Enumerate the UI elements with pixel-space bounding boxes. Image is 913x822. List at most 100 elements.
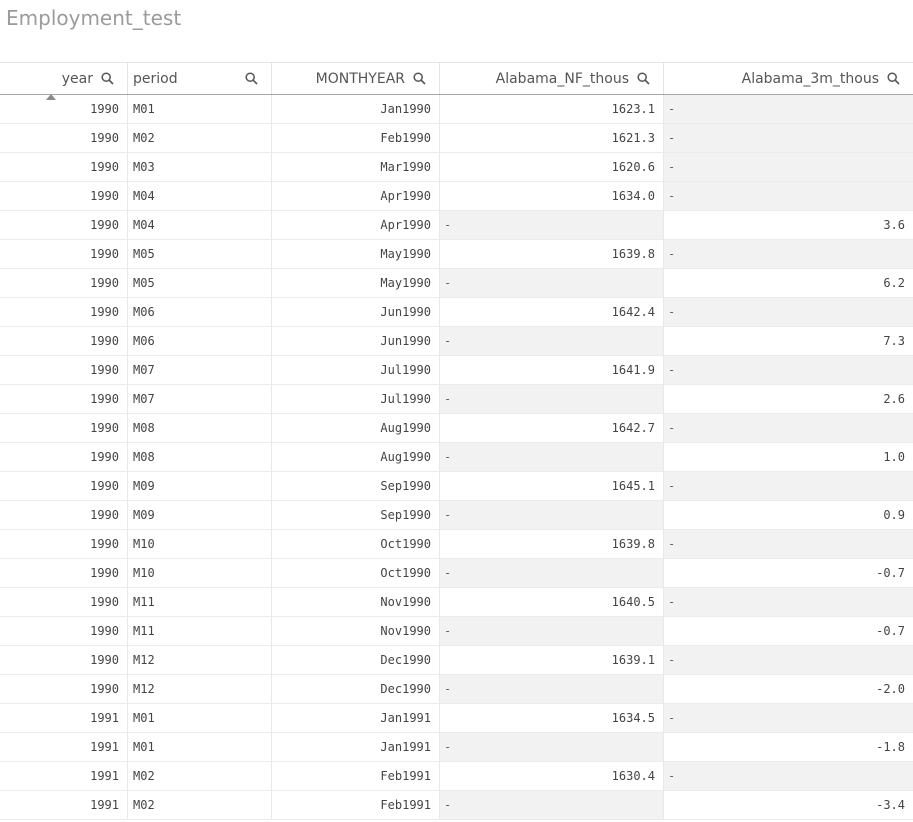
column-header-alabama-3m-thous[interactable]: Alabama_3m_thous bbox=[664, 63, 913, 94]
table-row[interactable]: 1991 M01 Jan1991 1634.5- bbox=[0, 704, 913, 733]
table-cell[interactable]: - bbox=[664, 588, 913, 617]
table-row[interactable]: 1990 M07 Jul1990-2.6 bbox=[0, 385, 913, 414]
table-cell[interactable]: 1991 bbox=[0, 791, 128, 820]
table-cell[interactable]: 1990 bbox=[0, 646, 128, 675]
table-cell[interactable]: Oct1990 bbox=[272, 530, 440, 559]
table-cell[interactable]: 3.6 bbox=[664, 211, 913, 240]
table-cell[interactable]: Jun1990 bbox=[272, 298, 440, 327]
table-cell[interactable]: Feb1990 bbox=[272, 124, 440, 153]
table-cell[interactable]: M05 bbox=[128, 240, 272, 269]
table-cell[interactable]: M05 bbox=[128, 269, 272, 298]
table-cell[interactable]: May1990 bbox=[272, 269, 440, 298]
search-icon[interactable] bbox=[245, 63, 271, 94]
table-cell[interactable]: 1645.1 bbox=[440, 472, 664, 501]
table-cell[interactable]: Nov1990 bbox=[272, 617, 440, 646]
table-cell[interactable]: May1990 bbox=[272, 240, 440, 269]
table-cell[interactable]: 1639.1 bbox=[440, 646, 664, 675]
table-cell[interactable]: 1620.6 bbox=[440, 153, 664, 182]
table-cell[interactable]: 1990 bbox=[0, 617, 128, 646]
table-cell[interactable]: Aug1990 bbox=[272, 414, 440, 443]
search-icon[interactable] bbox=[101, 63, 127, 94]
search-icon[interactable] bbox=[413, 63, 439, 94]
table-cell[interactable]: Aug1990 bbox=[272, 443, 440, 472]
table-cell[interactable]: 1623.1 bbox=[440, 95, 664, 124]
table-cell[interactable]: 1634.5 bbox=[440, 704, 664, 733]
table-cell[interactable]: 1990 bbox=[0, 356, 128, 385]
table-row[interactable]: 1990 M11 Nov1990 1640.5- bbox=[0, 588, 913, 617]
table-cell[interactable]: M08 bbox=[128, 414, 272, 443]
table-cell[interactable]: 1641.9 bbox=[440, 356, 664, 385]
table-cell[interactable]: - bbox=[664, 472, 913, 501]
table-cell[interactable]: - bbox=[440, 385, 664, 414]
table-cell[interactable]: 1621.3 bbox=[440, 124, 664, 153]
table-cell[interactable]: 1634.0 bbox=[440, 182, 664, 211]
table-row[interactable]: 1991 M02 Feb1991- -3.4 bbox=[0, 791, 913, 820]
table-cell[interactable]: M04 bbox=[128, 182, 272, 211]
table-cell[interactable]: Mar1990 bbox=[272, 153, 440, 182]
table-cell[interactable]: 1991 bbox=[0, 733, 128, 762]
table-cell[interactable]: - bbox=[664, 762, 913, 791]
table-cell[interactable]: 1990 bbox=[0, 588, 128, 617]
table-cell[interactable]: 1639.8 bbox=[440, 240, 664, 269]
table-row[interactable]: 1990 M12 Dec1990 1639.1- bbox=[0, 646, 913, 675]
table-cell[interactable]: 1990 bbox=[0, 182, 128, 211]
table-cell[interactable]: 1990 bbox=[0, 443, 128, 472]
table-cell[interactable]: 1990 bbox=[0, 559, 128, 588]
table-cell[interactable]: - bbox=[440, 733, 664, 762]
table-row[interactable]: 1990 M09 Sep1990 1645.1- bbox=[0, 472, 913, 501]
table-cell[interactable]: M12 bbox=[128, 675, 272, 704]
table-cell[interactable]: M01 bbox=[128, 704, 272, 733]
table-row[interactable]: 1990 M07 Jul1990 1641.9- bbox=[0, 356, 913, 385]
table-cell[interactable]: 0.9 bbox=[664, 501, 913, 530]
table-cell[interactable]: M09 bbox=[128, 472, 272, 501]
table-cell[interactable]: M12 bbox=[128, 646, 272, 675]
table-row[interactable]: 1991 M02 Feb1991 1630.4- bbox=[0, 762, 913, 791]
table-row[interactable]: 1990 M06 Jun1990 1642.4- bbox=[0, 298, 913, 327]
table-cell[interactable]: - bbox=[664, 704, 913, 733]
table-cell[interactable]: M06 bbox=[128, 298, 272, 327]
table-cell[interactable]: 1991 bbox=[0, 762, 128, 791]
table-cell[interactable]: 1640.5 bbox=[440, 588, 664, 617]
table-row[interactable]: 1990 M03 Mar1990 1620.6- bbox=[0, 153, 913, 182]
table-cell[interactable]: - bbox=[664, 356, 913, 385]
table-cell[interactable]: - bbox=[440, 269, 664, 298]
table-cell[interactable]: M11 bbox=[128, 588, 272, 617]
table-row[interactable]: 1990 M12 Dec1990- -2.0 bbox=[0, 675, 913, 704]
table-cell[interactable]: - bbox=[664, 95, 913, 124]
table-cell[interactable]: 1990 bbox=[0, 501, 128, 530]
table-cell[interactable]: - bbox=[440, 501, 664, 530]
table-cell[interactable]: M02 bbox=[128, 791, 272, 820]
table-cell[interactable]: 1990 bbox=[0, 385, 128, 414]
table-cell[interactable]: M11 bbox=[128, 617, 272, 646]
table-cell[interactable]: - bbox=[440, 675, 664, 704]
search-icon[interactable] bbox=[887, 63, 913, 94]
table-cell[interactable]: 1991 bbox=[0, 704, 128, 733]
table-cell[interactable]: - bbox=[664, 182, 913, 211]
table-cell[interactable]: -0.7 bbox=[664, 617, 913, 646]
table-cell[interactable]: 1990 bbox=[0, 153, 128, 182]
table-cell[interactable]: 1639.8 bbox=[440, 530, 664, 559]
table-cell[interactable]: - bbox=[664, 153, 913, 182]
table-cell[interactable]: M07 bbox=[128, 356, 272, 385]
table-cell[interactable]: Jun1990 bbox=[272, 327, 440, 356]
table-cell[interactable]: Jul1990 bbox=[272, 356, 440, 385]
table-cell[interactable]: M02 bbox=[128, 762, 272, 791]
table-cell[interactable]: M10 bbox=[128, 559, 272, 588]
table-cell[interactable]: - bbox=[440, 211, 664, 240]
table-row[interactable]: 1991 M01 Jan1991- -1.8 bbox=[0, 733, 913, 762]
table-cell[interactable]: Apr1990 bbox=[272, 211, 440, 240]
table-row[interactable]: 1990 M06 Jun1990-7.3 bbox=[0, 327, 913, 356]
table-cell[interactable]: - bbox=[664, 414, 913, 443]
table-cell[interactable]: Feb1991 bbox=[272, 762, 440, 791]
table-row[interactable]: 1990 M11 Nov1990- -0.7 bbox=[0, 617, 913, 646]
table-cell[interactable]: 6.2 bbox=[664, 269, 913, 298]
table-row[interactable]: 1990 M10 Oct1990- -0.7 bbox=[0, 559, 913, 588]
table-cell[interactable]: Jul1990 bbox=[272, 385, 440, 414]
table-row[interactable]: 1990 M04 Apr1990-3.6 bbox=[0, 211, 913, 240]
table-row[interactable]: 1990 M02 Feb1990 1621.3- bbox=[0, 124, 913, 153]
table-cell[interactable]: - bbox=[664, 646, 913, 675]
table-cell[interactable]: - bbox=[440, 617, 664, 646]
table-cell[interactable]: -1.8 bbox=[664, 733, 913, 762]
table-row[interactable]: 1990 M08 Aug1990 1642.7- bbox=[0, 414, 913, 443]
table-row[interactable]: 1990 M05 May1990-6.2 bbox=[0, 269, 913, 298]
